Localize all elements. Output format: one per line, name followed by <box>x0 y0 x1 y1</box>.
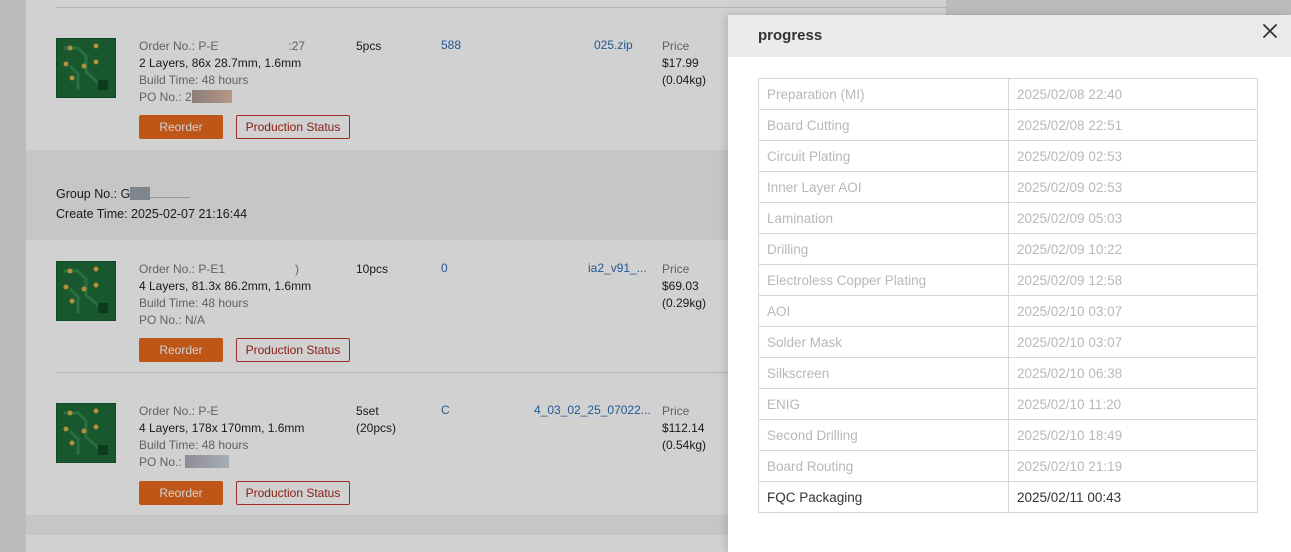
progress-step-name: Board Cutting <box>758 109 1009 141</box>
progress-step-time: 2025/02/10 21:19 <box>1008 450 1258 482</box>
progress-step-time: 2025/02/08 22:51 <box>1008 109 1258 141</box>
progress-step-time: 2025/02/10 03:07 <box>1008 326 1258 358</box>
progress-row: Drilling 2025/02/09 10:22 <box>758 233 1258 265</box>
progress-step-time: 2025/02/09 10:22 <box>1008 233 1258 265</box>
progress-row: Board Routing 2025/02/10 21:19 <box>758 450 1258 482</box>
progress-step-time: 2025/02/09 12:58 <box>1008 264 1258 296</box>
progress-step-time: 2025/02/10 11:20 <box>1008 388 1258 420</box>
progress-step-time: 2025/02/10 18:49 <box>1008 419 1258 451</box>
progress-row: Lamination 2025/02/09 05:03 <box>758 202 1258 234</box>
progress-step-name: FQC Packaging <box>758 481 1009 513</box>
progress-step-name: Lamination <box>758 202 1009 234</box>
progress-step-time: 2025/02/10 03:07 <box>1008 295 1258 327</box>
progress-row: AOI 2025/02/10 03:07 <box>758 295 1258 327</box>
progress-row: Inner Layer AOI 2025/02/09 02:53 <box>758 171 1258 203</box>
progress-step-name: AOI <box>758 295 1009 327</box>
progress-row: Electroless Copper Plating 2025/02/09 12:… <box>758 264 1258 296</box>
progress-step-time: 2025/02/09 05:03 <box>1008 202 1258 234</box>
progress-step-name: Second Drilling <box>758 419 1009 451</box>
progress-row: Circuit Plating 2025/02/09 02:53 <box>758 140 1258 172</box>
progress-step-time: 2025/02/09 02:53 <box>1008 140 1258 172</box>
progress-step-name: Circuit Plating <box>758 140 1009 172</box>
progress-step-name: Drilling <box>758 233 1009 265</box>
progress-step-name: Solder Mask <box>758 326 1009 358</box>
progress-step-time: 2025/02/10 06:38 <box>1008 357 1258 389</box>
progress-step-time: 2025/02/08 22:40 <box>1008 78 1258 110</box>
progress-step-time: 2025/02/11 00:43 <box>1008 481 1258 513</box>
progress-step-name: ENIG <box>758 388 1009 420</box>
close-icon[interactable] <box>1260 21 1280 41</box>
progress-row: FQC Packaging 2025/02/11 00:43 <box>758 481 1258 513</box>
progress-row: Preparation (MI) 2025/02/08 22:40 <box>758 78 1258 110</box>
progress-row: Second Drilling 2025/02/10 18:49 <box>758 419 1258 451</box>
progress-step-name: Electroless Copper Plating <box>758 264 1009 296</box>
progress-step-time: 2025/02/09 02:53 <box>1008 171 1258 203</box>
progress-row: Silkscreen 2025/02/10 06:38 <box>758 357 1258 389</box>
progress-modal: progress Preparation (MI) 2025/02/08 22:4… <box>728 15 1291 552</box>
modal-title: progress <box>758 27 823 44</box>
progress-row: Board Cutting 2025/02/08 22:51 <box>758 109 1258 141</box>
progress-table: Preparation (MI) 2025/02/08 22:40 Board Cu… <box>758 78 1258 513</box>
progress-step-name: Preparation (MI) <box>758 78 1009 110</box>
progress-step-name: Silkscreen <box>758 357 1009 389</box>
progress-step-name: Board Routing <box>758 450 1009 482</box>
progress-row: ENIG 2025/02/10 11:20 <box>758 388 1258 420</box>
progress-row: Solder Mask 2025/02/10 03:07 <box>758 326 1258 358</box>
progress-step-name: Inner Layer AOI <box>758 171 1009 203</box>
